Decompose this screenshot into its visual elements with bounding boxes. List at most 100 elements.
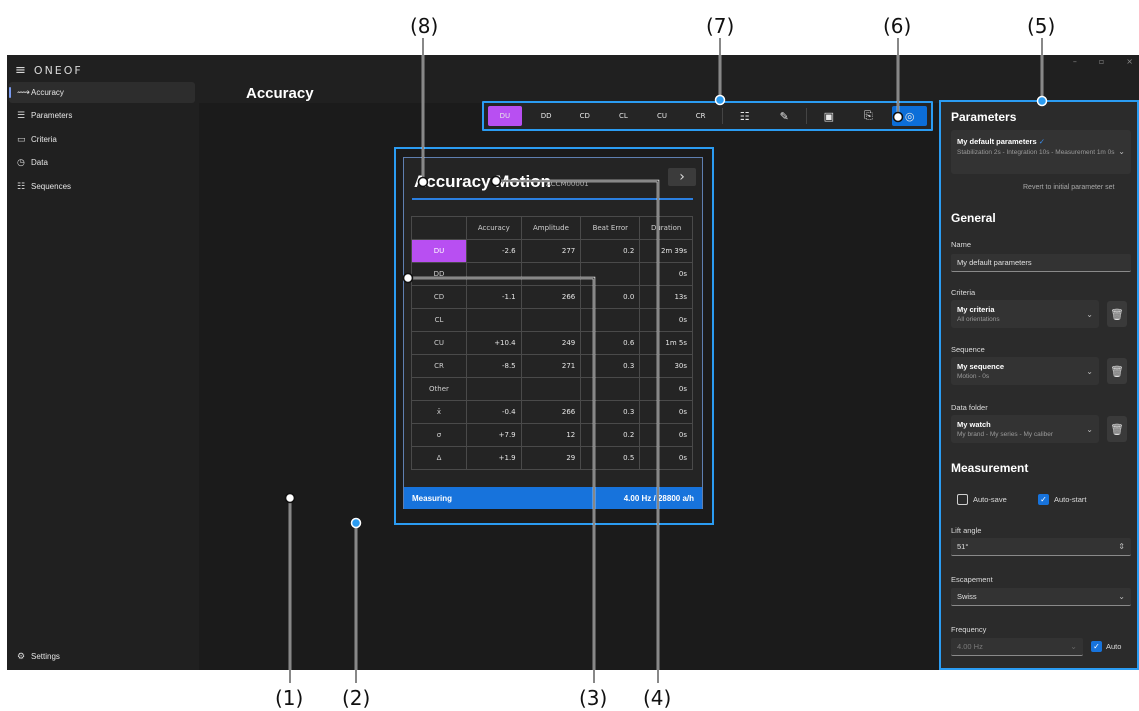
criteria-sub: All orientations [957, 316, 1000, 323]
main-content: Accuracy DU DD CD CL CU CR ☷ ✎ ▣ ⎘ ◎ Acc… [199, 55, 939, 670]
sidebar-item-data[interactable]: ◷ Data [9, 152, 195, 173]
callout-2: (2) [342, 686, 371, 710]
cell-amplitude: 266 [520, 400, 582, 424]
sequence-value: My sequence [957, 362, 1005, 371]
lift-angle-input[interactable]: 51° ⇕ [951, 538, 1131, 556]
close-button[interactable]: × [1126, 57, 1133, 71]
callout-8: (8) [410, 14, 439, 38]
spinner-icon[interactable]: ⇕ [1118, 542, 1125, 551]
orientation-cr-button[interactable]: CR [681, 106, 720, 126]
chevron-down-icon: ⌄ [1086, 310, 1093, 319]
table-row[interactable]: CD -1.1 266 0.0 13s [411, 285, 693, 309]
cell-duration: 13s [639, 285, 693, 309]
sidebar-item-criteria[interactable]: ▭ Criteria [9, 129, 195, 150]
cell-beat-error: 0.2 [580, 239, 641, 263]
revert-link[interactable]: Revert to initial parameter set [1023, 184, 1114, 191]
callout-4: (4) [643, 686, 672, 710]
orientation-du-button[interactable]: DU [488, 106, 522, 126]
callout-6: (6) [883, 14, 912, 38]
escapement-label: Escapement [951, 575, 993, 584]
data-folder-label: Data folder [951, 403, 988, 412]
export-icon[interactable]: ⎘ [849, 106, 889, 126]
row-label: σ [411, 423, 467, 447]
table-row[interactable]: DD 0s [411, 262, 693, 286]
sidebar-item-settings[interactable]: ⚙ Settings [9, 646, 195, 667]
next-view-button[interactable]: › [668, 168, 696, 186]
hamburger-icon[interactable]: ≡ [15, 63, 26, 78]
ruler-icon[interactable]: ✎ [764, 106, 804, 126]
accuracy-icon: ⟿ [17, 87, 30, 98]
table-row: Δ +1.9 29 0.5 0s [411, 446, 693, 470]
data-folder-select[interactable]: My watch My brand - My series - My calib… [951, 415, 1099, 443]
delete-sequence-button[interactable]: 🗑 [1107, 358, 1127, 384]
autosave-checkbox[interactable]: Auto-save [957, 494, 1007, 505]
table-row[interactable]: CU +10.4 249 0.6 1m 5s [411, 331, 693, 355]
sidebar-item-sequences[interactable]: ☷ Sequences [9, 176, 195, 197]
orientation-cu-button[interactable]: CU [643, 106, 682, 126]
sequence-select[interactable]: My sequence Motion - 0s ⌄ [951, 357, 1099, 385]
autostart-checkbox[interactable]: ✓ Auto-start [1038, 494, 1087, 505]
frequency-select[interactable]: 4.00 Hz ⌄ [951, 638, 1083, 656]
sidebar-item-label: Criteria [31, 135, 57, 144]
sidebar-item-label: Data [31, 158, 48, 167]
cell-accuracy [466, 262, 522, 286]
cell-accuracy: -2.6 [466, 239, 522, 263]
sidebar-item-accuracy[interactable]: ⟿ Accuracy [9, 82, 195, 103]
criteria-value: My criteria [957, 305, 995, 314]
gear-icon: ⚙ [17, 651, 26, 662]
cell-duration: 0s [639, 377, 693, 401]
cell-accuracy [466, 308, 522, 332]
toolbar-divider [806, 108, 808, 124]
orientation-dd-button[interactable]: DD [527, 106, 566, 126]
cell-beat-error: 0.2 [580, 423, 641, 447]
cell-amplitude: 277 [520, 239, 582, 263]
column-header: Beat Error [580, 216, 641, 240]
parameters-toggle-button[interactable]: ◎ [892, 106, 927, 126]
list-icon[interactable]: ☷ [725, 106, 765, 126]
table-row[interactable]: Other 0s [411, 377, 693, 401]
data-folder-value: My watch [957, 420, 991, 429]
orientation-cd-button[interactable]: CD [565, 106, 604, 126]
table-row[interactable]: DU -2.6 277 0.2 2m 39s [411, 239, 693, 263]
row-label: x̄ [411, 400, 467, 424]
callout-5: (5) [1027, 14, 1056, 38]
autosave-label: Auto-save [973, 495, 1007, 504]
chevron-down-icon: ⌄ [1086, 367, 1093, 376]
row-label: CD [411, 285, 467, 309]
stopwatch-icon: ◷ [17, 157, 25, 168]
name-field[interactable]: My default parameters [951, 254, 1131, 272]
row-label: Δ [411, 446, 467, 470]
chevron-right-icon: › [679, 169, 685, 185]
chevron-down-icon: ⌄ [1086, 425, 1093, 434]
status-bar: Measuring 4.00 Hz / 28800 a/h [404, 487, 702, 509]
settings-ring-icon: ◎ [904, 109, 915, 123]
column-header: Duration [639, 216, 693, 240]
cell-duration: 0s [639, 262, 693, 286]
sidebar: ≡ ONEOF ⟿ Accuracy ☰ Parameters ▭ Criter… [7, 55, 199, 670]
cell-accuracy: -0.4 [466, 400, 522, 424]
monitor-icon: ▭ [17, 134, 26, 145]
window-controls: – ▫ × [939, 57, 1139, 71]
delete-criteria-button[interactable]: 🗑 [1107, 301, 1127, 327]
table-row[interactable]: CR -8.5 271 0.3 30s [411, 354, 693, 378]
frequency-label: Frequency [951, 625, 987, 634]
row-label: CU [411, 331, 467, 355]
maximize-button[interactable]: ▫ [1099, 57, 1104, 71]
escapement-select[interactable]: Swiss ⌄ [951, 588, 1131, 606]
sequence-label: Sequence [951, 345, 985, 354]
cell-duration: 0s [639, 423, 693, 447]
orientation-cl-button[interactable]: CL [604, 106, 643, 126]
table-row[interactable]: CL 0s [411, 308, 693, 332]
criteria-select[interactable]: My criteria All orientations ⌄ [951, 300, 1099, 328]
sidebar-item-parameters[interactable]: ☰ Parameters [9, 105, 195, 126]
save-icon[interactable]: ▣ [809, 106, 849, 126]
minimize-button[interactable]: – [1073, 57, 1077, 71]
data-folder-sub: My brand - My series - My caliber [957, 431, 1054, 438]
measurement-heading: Measurement [951, 461, 1029, 475]
frequency-auto-checkbox[interactable]: ✓ Auto [1091, 641, 1121, 652]
cell-duration: 0s [639, 446, 693, 470]
cell-beat-error: 0.0 [580, 285, 641, 309]
trash-icon: 🗑 [1110, 364, 1124, 378]
delete-data-folder-button[interactable]: 🗑 [1107, 416, 1127, 442]
preset-selector[interactable]: My default parameters ✓ Stabilization 2s… [951, 130, 1131, 174]
